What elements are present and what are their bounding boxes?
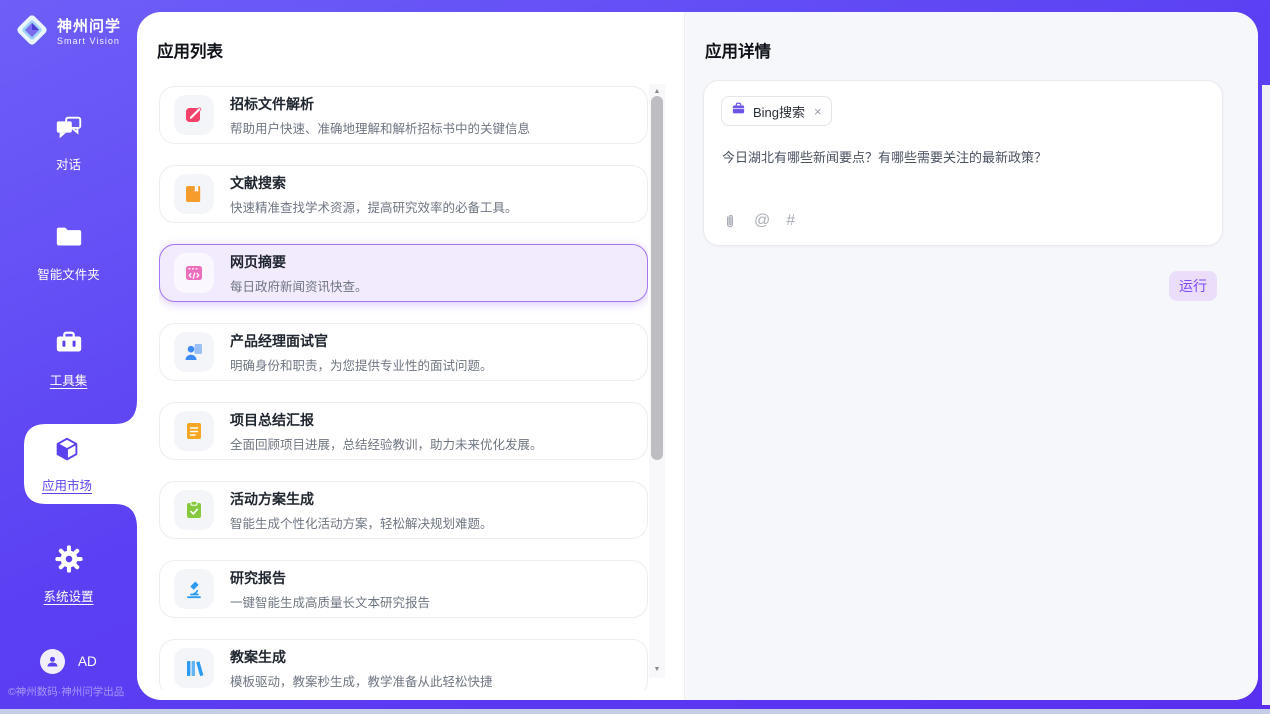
- sidebar-item-toolbox[interactable]: 工具集: [0, 328, 137, 389]
- app-card-desc: 快速精准查找学术资源，提高研究效率的必备工具。: [230, 197, 518, 216]
- app-detail-pane: 应用详情 Bing搜索 × 今日湖北有哪些新闻要点？有哪些需要关注的最新政策？ …: [684, 12, 1258, 700]
- note-lines-icon: [174, 411, 214, 451]
- app-card-desc: 智能生成个性化活动方案，轻松解决规划难题。: [230, 513, 493, 532]
- cube-icon: [52, 435, 82, 470]
- scroll-down-icon[interactable]: ▼: [649, 662, 665, 676]
- folder-icon: [54, 222, 84, 257]
- main-panel: 应用列表 招标文件解析 帮助用户快速、准确地理解和解析招标书中的关键信息 文献搜…: [137, 12, 1258, 700]
- sidebar-item-label: 智能文件夹: [37, 264, 100, 283]
- app-card-name: 活动方案生成: [230, 489, 493, 509]
- at-icon[interactable]: @: [754, 212, 770, 230]
- app-card[interactable]: 项目总结汇报 全面回顾项目进展，总结经验教训，助力未来优化发展。: [159, 402, 648, 460]
- app-card[interactable]: 活动方案生成 智能生成个性化活动方案，轻松解决规划难题。: [159, 481, 648, 539]
- app-card-desc: 明确身份和职责，为您提供专业性的面试问题。: [230, 355, 493, 374]
- app-card-name: 文献搜索: [230, 173, 518, 193]
- books-icon: [174, 648, 214, 688]
- page-scrollbar[interactable]: [1262, 85, 1270, 705]
- clipboard-check-icon: [174, 490, 214, 530]
- app-list-pane: 应用列表 招标文件解析 帮助用户快速、准确地理解和解析招标书中的关键信息 文献搜…: [137, 12, 684, 700]
- copyright-text: ©神州数码·神州问学出品: [8, 684, 124, 699]
- toolbox-icon: [54, 328, 84, 363]
- query-text-input[interactable]: 今日湖北有哪些新闻要点？有哪些需要关注的最新政策？: [722, 147, 1204, 166]
- sidebar-item-label: 工具集: [50, 370, 88, 389]
- gem-diamond-icon: [14, 12, 50, 53]
- run-button[interactable]: 运行: [1169, 271, 1217, 301]
- brand-name: 神州问学: [57, 19, 121, 35]
- sidebar-item-folder[interactable]: 智能文件夹: [0, 222, 137, 283]
- tool-tag-label: Bing搜索: [753, 102, 805, 121]
- microscope-icon: [174, 569, 214, 609]
- user-name: AD: [78, 654, 97, 669]
- app-card[interactable]: 研究报告 一键智能生成高质量长文本研究报告: [159, 560, 648, 618]
- chat-icon: [54, 112, 84, 147]
- app-card-name: 研究报告: [230, 568, 430, 588]
- gear-icon: [54, 544, 84, 579]
- sidebar-item-cube-active[interactable]: 应用市场: [24, 400, 137, 528]
- app-card-desc: 帮助用户快速、准确地理解和解析招标书中的关键信息: [230, 118, 530, 137]
- user-account[interactable]: AD: [40, 649, 97, 674]
- sidebar-item-label: 系统设置: [43, 586, 93, 605]
- attachment-toolbar: @#: [722, 212, 795, 230]
- sidebar-item-label: 应用市场: [42, 475, 92, 494]
- app-card-name: 网页摘要: [230, 252, 368, 272]
- close-icon[interactable]: ×: [814, 104, 822, 119]
- app-card-desc: 每日政府新闻资讯快查。: [230, 276, 368, 295]
- edit-doc-icon: [174, 95, 214, 135]
- brand-subtitle: Smart Vision: [57, 37, 121, 46]
- app-list-title: 应用列表: [157, 38, 223, 62]
- app-window: 神州问学 Smart Vision 对话 智能文件夹 工具集 应用市场 系统设置: [0, 0, 1270, 714]
- app-card-name: 产品经理面试官: [230, 331, 493, 351]
- webpage-code-icon: [174, 253, 214, 293]
- list-scrollbar[interactable]: ▲ ▼: [649, 84, 665, 678]
- tool-tag-bing-search[interactable]: Bing搜索 ×: [721, 96, 832, 126]
- book-icon: [174, 174, 214, 214]
- prompt-card: Bing搜索 × 今日湖北有哪些新闻要点？有哪些需要关注的最新政策？ @#: [703, 80, 1223, 246]
- sidebar-item-gear[interactable]: 系统设置: [0, 544, 137, 605]
- app-card[interactable]: 网页摘要 每日政府新闻资讯快查。: [159, 244, 648, 302]
- hash-icon[interactable]: #: [786, 212, 795, 230]
- app-card-desc: 全面回顾项目进展，总结经验教训，助力未来优化发展。: [230, 434, 543, 453]
- sidebar-item-chat[interactable]: 对话: [0, 112, 137, 173]
- app-detail-title: 应用详情: [705, 38, 771, 62]
- app-card[interactable]: 招标文件解析 帮助用户快速、准确地理解和解析招标书中的关键信息: [159, 86, 648, 144]
- app-card-desc: 模板驱动，教案秒生成，教学准备从此轻松快捷: [230, 671, 493, 690]
- app-card-name: 项目总结汇报: [230, 410, 543, 430]
- app-card-name: 教案生成: [230, 647, 493, 667]
- app-card[interactable]: 文献搜索 快速精准查找学术资源，提高研究效率的必备工具。: [159, 165, 648, 223]
- brand-logo: 神州问学 Smart Vision: [14, 12, 121, 53]
- paperclip-icon[interactable]: [722, 213, 738, 230]
- app-card-desc: 一键智能生成高质量长文本研究报告: [230, 592, 430, 611]
- window-bottom-edge: [0, 709, 1270, 714]
- app-card-name: 招标文件解析: [230, 94, 530, 114]
- app-card[interactable]: 产品经理面试官 明确身份和职责，为您提供专业性的面试问题。: [159, 323, 648, 381]
- briefcase-icon: [731, 101, 746, 121]
- sidebar-item-label: 对话: [56, 154, 81, 173]
- interviewer-icon: [174, 332, 214, 372]
- app-list: 招标文件解析 帮助用户快速、准确地理解和解析招标书中的关键信息 文献搜索 快速精…: [159, 86, 648, 690]
- app-card[interactable]: 教案生成 模板驱动，教案秒生成，教学准备从此轻松快捷: [159, 639, 648, 690]
- sidebar: 神州问学 Smart Vision 对话 智能文件夹 工具集 应用市场 系统设置: [0, 0, 137, 714]
- scrollbar-thumb[interactable]: [651, 96, 663, 460]
- person-icon: [40, 649, 65, 674]
